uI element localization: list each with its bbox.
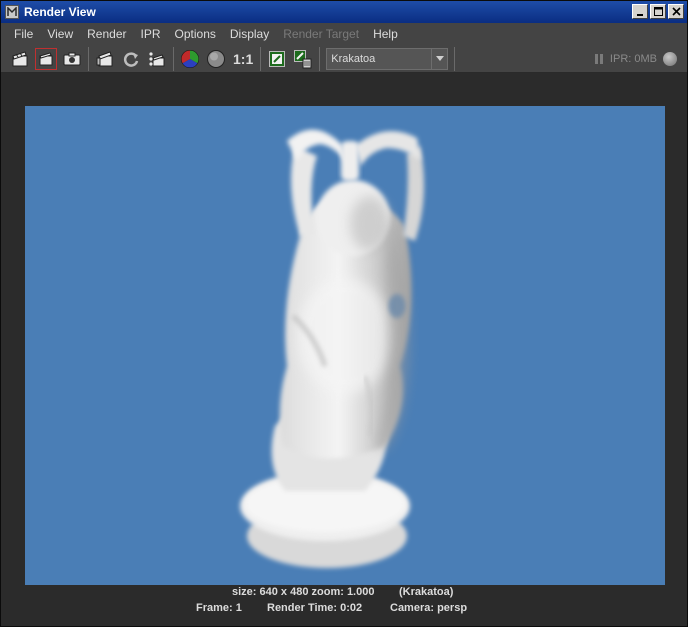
render-region-icon[interactable] xyxy=(35,47,57,70)
toolbar-separator xyxy=(319,46,321,71)
menu-display[interactable]: Display xyxy=(223,23,276,45)
maya-app-icon[interactable] xyxy=(5,5,19,19)
toolbar: 1:1 Krakatoa IPR: 0MB xyxy=(1,45,687,73)
renderer-name: (Krakatoa) xyxy=(399,586,454,598)
status-bar: size: 640 x 480 zoom: 1.000 (Krakatoa) F… xyxy=(1,585,687,623)
render-view-window: Render View File View Render IPR Options… xyxy=(0,0,688,627)
renderer-dropdown[interactable]: Krakatoa xyxy=(326,47,449,70)
window-controls xyxy=(632,4,684,19)
render-time: Render Time: 0:02 xyxy=(267,602,363,614)
menu-bar: File View Render IPR Options Display Ren… xyxy=(1,23,687,45)
render-sequence-icon[interactable] xyxy=(146,48,168,70)
window-title: Render View xyxy=(24,5,96,19)
ipr-status-group: IPR: 0MB xyxy=(594,45,677,73)
keep-image-icon[interactable] xyxy=(266,48,288,70)
menu-ipr[interactable]: IPR xyxy=(134,23,168,45)
frame-number: Frame: 1 xyxy=(196,602,242,614)
menu-render[interactable]: Render xyxy=(80,23,133,45)
toolbar-separator xyxy=(88,46,89,71)
toolbar-separator xyxy=(260,46,262,71)
minimize-button[interactable] xyxy=(632,4,648,19)
ipr-render-icon[interactable] xyxy=(94,48,116,70)
camera-name: Camera: persp xyxy=(390,602,468,614)
ipr-indicator-icon[interactable] xyxy=(663,52,677,66)
menu-options[interactable]: Options xyxy=(168,23,223,45)
rgb-channels-icon[interactable] xyxy=(179,48,201,70)
buddha-statue-render xyxy=(240,129,424,568)
real-size-ratio-button[interactable]: 1:1 xyxy=(229,51,257,67)
rendered-image xyxy=(25,106,665,586)
menu-view[interactable]: View xyxy=(40,23,80,45)
snapshot-camera-icon[interactable] xyxy=(61,48,83,70)
remove-image-icon[interactable] xyxy=(292,48,314,70)
close-button[interactable] xyxy=(668,4,684,19)
menu-help[interactable]: Help xyxy=(366,23,405,45)
renderer-dropdown-value: Krakatoa xyxy=(331,52,376,65)
menu-file[interactable]: File xyxy=(7,23,40,45)
ipr-memory-status: IPR: 0MB xyxy=(609,53,657,65)
image-size-zoom: size: 640 x 480 zoom: 1.000 xyxy=(232,586,375,598)
menu-render-target[interactable]: Render Target xyxy=(276,23,366,45)
refresh-icon[interactable] xyxy=(120,48,142,70)
pause-icon[interactable] xyxy=(594,50,604,69)
chevron-down-icon[interactable] xyxy=(431,48,447,69)
render-viewport[interactable] xyxy=(1,73,687,587)
title-bar[interactable]: Render View xyxy=(1,1,687,23)
toolbar-separator xyxy=(173,46,174,71)
toolbar-separator xyxy=(454,46,456,71)
alpha-channel-icon[interactable] xyxy=(205,48,227,70)
maximize-button[interactable] xyxy=(650,4,666,19)
render-clapper-icon[interactable] xyxy=(9,48,31,70)
